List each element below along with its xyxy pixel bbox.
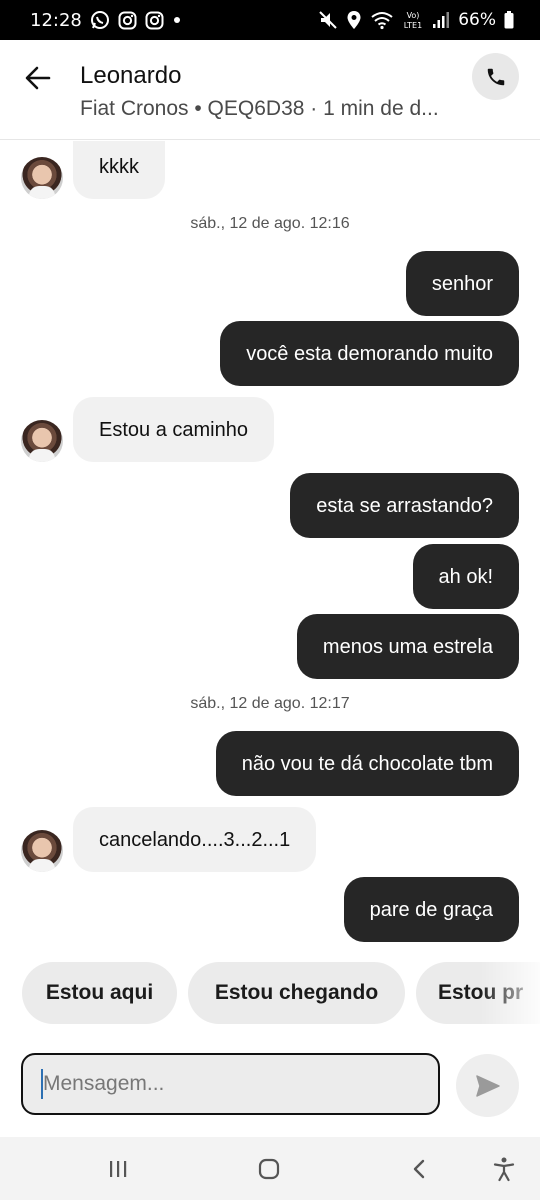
contact-name: Leonardo: [80, 62, 182, 89]
mute-icon: [318, 10, 338, 30]
avatar: [21, 157, 63, 199]
outgoing-message: ah ok!: [412, 544, 519, 609]
avatar: [21, 830, 63, 872]
quick-reply-chip[interactable]: Estou aqui: [22, 962, 177, 1024]
status-right: Vo) LTE1 66%: [318, 9, 514, 31]
arrow-left-icon: [25, 66, 51, 90]
date-separator: sáb., 12 de ago. 12:16: [190, 215, 350, 232]
back-button[interactable]: [18, 58, 58, 98]
outgoing-message: você esta demorando muito: [220, 321, 519, 386]
chat-header: Leonardo Fiat Cronos • QEQ6D38 · 1 min d…: [0, 40, 540, 140]
outgoing-message: não vou te dá chocolate tbm: [215, 731, 519, 796]
dot-icon: [172, 15, 182, 25]
svg-text:Vo): Vo): [407, 11, 420, 20]
call-button[interactable]: [472, 53, 519, 100]
outgoing-message: esta se arrastando?: [290, 473, 519, 538]
home-button[interactable]: [247, 1149, 291, 1189]
back-nav-button[interactable]: [398, 1149, 442, 1189]
quick-reply-chip[interactable]: Estou pr: [416, 962, 540, 1024]
home-icon: [258, 1158, 280, 1180]
recent-apps-icon: [110, 1161, 127, 1177]
location-icon: [346, 10, 362, 30]
volte-icon: Vo) LTE1: [402, 9, 424, 31]
whatsapp-icon: [90, 10, 110, 30]
send-button[interactable]: [456, 1054, 519, 1117]
incoming-message: kkkk: [73, 141, 165, 199]
incoming-message: cancelando....3...2...1: [73, 807, 317, 872]
status-left: 12:28: [30, 10, 182, 31]
quick-replies: Estou aqui Estou chegando Estou pr: [0, 962, 540, 1024]
accessibility-button[interactable]: [482, 1149, 526, 1189]
battery-icon: [504, 11, 514, 29]
phone-icon: [487, 68, 504, 85]
text-caret: [41, 1069, 43, 1099]
accessibility-icon: [493, 1157, 515, 1182]
date-separator: sáb., 12 de ago. 12:17: [190, 695, 350, 712]
message-list[interactable]: kkkk sáb., 12 de ago. 12:16 senhor você …: [0, 141, 540, 951]
instagram-icon: [145, 11, 164, 30]
chevron-left-icon: [413, 1159, 425, 1179]
status-time: 12:28: [30, 9, 82, 31]
svg-text:LTE1: LTE1: [404, 21, 422, 30]
signal-icon: [432, 11, 450, 29]
message-input[interactable]: [21, 1053, 440, 1115]
avatar: [21, 420, 63, 462]
quick-reply-chip[interactable]: Estou chegando: [188, 962, 405, 1024]
status-bar: 12:28 Vo) LTE1 66%: [0, 0, 540, 40]
wifi-icon: [370, 10, 394, 30]
system-nav-bar: [0, 1137, 540, 1200]
battery-percent: 66%: [458, 10, 496, 30]
outgoing-message: senhor: [405, 251, 519, 316]
outgoing-message: menos uma estrela: [296, 614, 519, 679]
outgoing-message: pare de graça: [343, 877, 519, 942]
incoming-message: Estou a caminho: [73, 397, 274, 462]
chat-screen: 12:28 Vo) LTE1 66% Leonardo Fiat Cronos …: [0, 0, 540, 1200]
trip-details: Fiat Cronos • QEQ6D38 · 1 min de d...: [80, 97, 439, 120]
recent-apps-button[interactable]: [96, 1149, 140, 1189]
send-icon: [475, 1074, 500, 1097]
instagram-icon: [118, 11, 137, 30]
